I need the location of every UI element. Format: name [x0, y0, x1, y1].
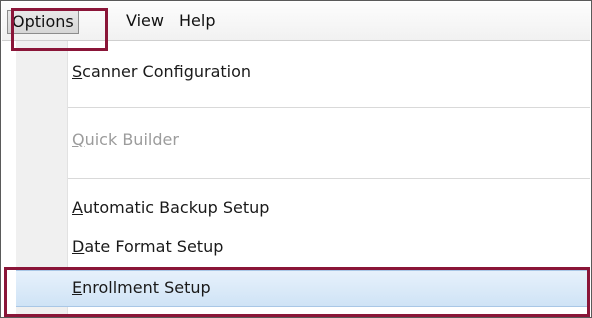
accelerator-key: D [72, 237, 85, 256]
menu-item-label: utomatic Backup Setup [82, 198, 270, 217]
menu-item-label: ate Format Setup [84, 237, 224, 256]
menu-bar: Options View Help [2, 2, 590, 41]
menu-item-label: nrollment Setup [82, 278, 211, 297]
menu-item-enrollment-setup[interactable]: Enrollment Setup [68, 271, 211, 305]
menu-item-quick-builder: Quick Builder [68, 123, 179, 157]
accelerator-key: Q [72, 130, 85, 149]
menu-separator [68, 178, 590, 179]
accelerator-key: S [72, 62, 83, 81]
accelerator-key: E [72, 278, 83, 297]
accelerator-key: A [72, 198, 83, 217]
menu-help[interactable]: Help [179, 10, 215, 32]
menu-item-label: uick Builder [84, 130, 179, 149]
menu-item-automatic-backup-setup[interactable]: Automatic Backup Setup [68, 191, 269, 225]
application-window: Options View Help Scanner Configuration … [0, 0, 592, 318]
menu-item-label: canner Configuration [82, 62, 252, 81]
menu-item-scanner-configuration[interactable]: Scanner Configuration [68, 55, 251, 89]
menu-options[interactable]: Options [7, 10, 79, 34]
options-dropdown-menu: Scanner Configuration Quick Builder Auto… [2, 41, 590, 317]
menu-separator [68, 107, 590, 108]
menu-item-date-format-setup[interactable]: Date Format Setup [68, 230, 223, 264]
menu-view[interactable]: View [126, 10, 164, 32]
